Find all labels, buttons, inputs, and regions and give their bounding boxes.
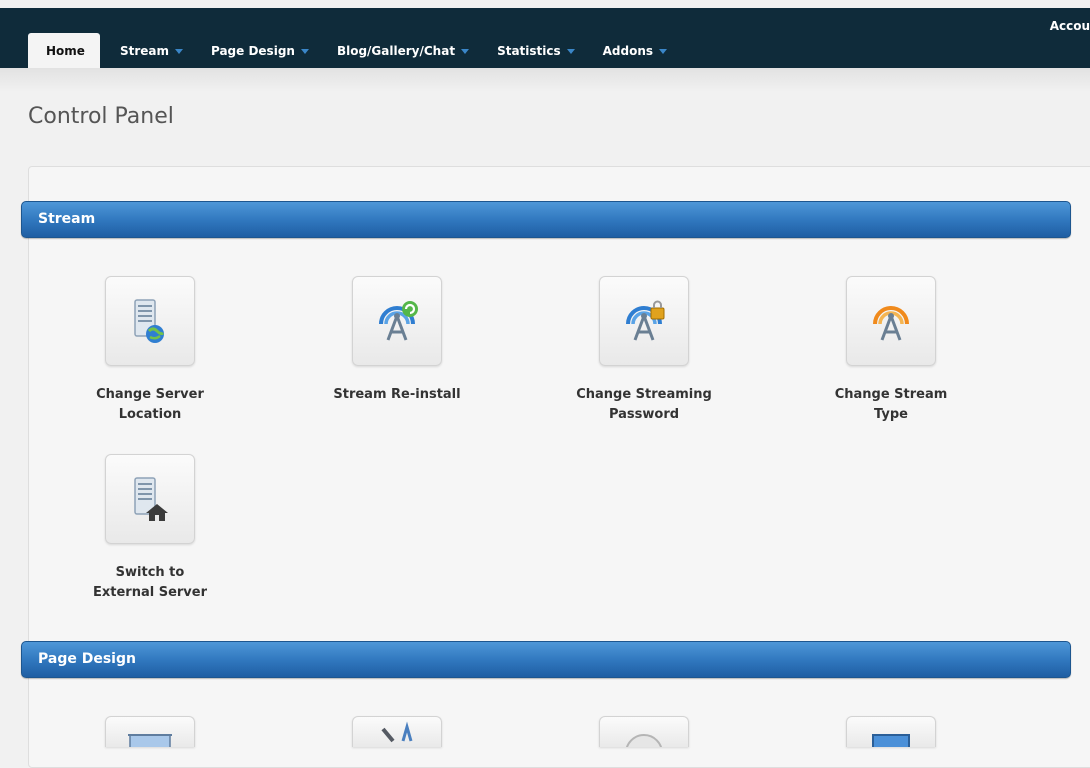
main-tabs: Home Stream Page Design Blog/Gallery/Cha… [28,26,681,68]
chevron-down-icon [659,49,668,54]
tile-label: Switch to External Server [92,565,207,600]
tile-page-design-2[interactable] [312,716,482,747]
tab-label: Addons [602,43,654,58]
page-title: Control Panel [28,104,174,129]
chevron-down-icon [461,49,470,54]
chevron-down-icon [566,49,575,54]
tile-page-design-4[interactable] [806,716,976,747]
tab-addons[interactable]: Addons [589,33,681,68]
tile-label: Change Streaming Password [576,387,712,422]
design-tools-icon[interactable] [352,716,442,747]
broadcast-lock-icon[interactable] [599,276,689,366]
tile-switch-to-external-server[interactable]: Switch to External Server [65,454,235,603]
monitor-icon[interactable] [846,716,936,747]
tile-change-streaming-password[interactable]: Change Streaming Password [559,276,729,425]
section-header-stream[interactable]: Stream [21,201,1071,238]
tab-statistics[interactable]: Statistics [483,33,589,68]
tab-label: Blog/Gallery/Chat [336,43,456,58]
tab-home[interactable]: Home [28,33,100,68]
tile-change-server-location[interactable]: Change Server Location [65,276,235,425]
tab-label: Stream [119,43,169,58]
account-link[interactable]: Accou [1050,19,1090,33]
broadcast-refresh-icon[interactable] [352,276,442,366]
tab-label: Home [46,43,85,58]
tile-label: Change Stream Type [834,387,948,422]
tab-stream[interactable]: Stream [106,33,197,68]
circle-icon[interactable] [599,716,689,747]
tile-label: Change Server Location [96,387,204,422]
tile-stream-reinstall[interactable]: Stream Re-install [312,276,482,405]
chevron-down-icon [174,49,183,54]
tile-label: Stream Re-install [333,387,461,402]
server-globe-icon[interactable] [105,276,195,366]
chevron-down-icon [300,49,309,54]
section-header-page-design[interactable]: Page Design [21,641,1071,678]
tab-page-design[interactable]: Page Design [197,33,323,68]
tile-page-design-1[interactable] [65,716,235,747]
tile-page-design-3[interactable] [559,716,729,747]
server-home-icon[interactable] [105,454,195,544]
header-shadow [0,68,1090,92]
tile-change-stream-type[interactable]: Change Stream Type [806,276,976,425]
tab-label: Statistics [497,43,561,58]
background-image-icon[interactable] [105,716,195,747]
tab-blog-gallery-chat[interactable]: Blog/Gallery/Chat [323,33,483,68]
broadcast-orange-icon[interactable] [846,276,936,366]
tab-label: Page Design [210,43,295,58]
